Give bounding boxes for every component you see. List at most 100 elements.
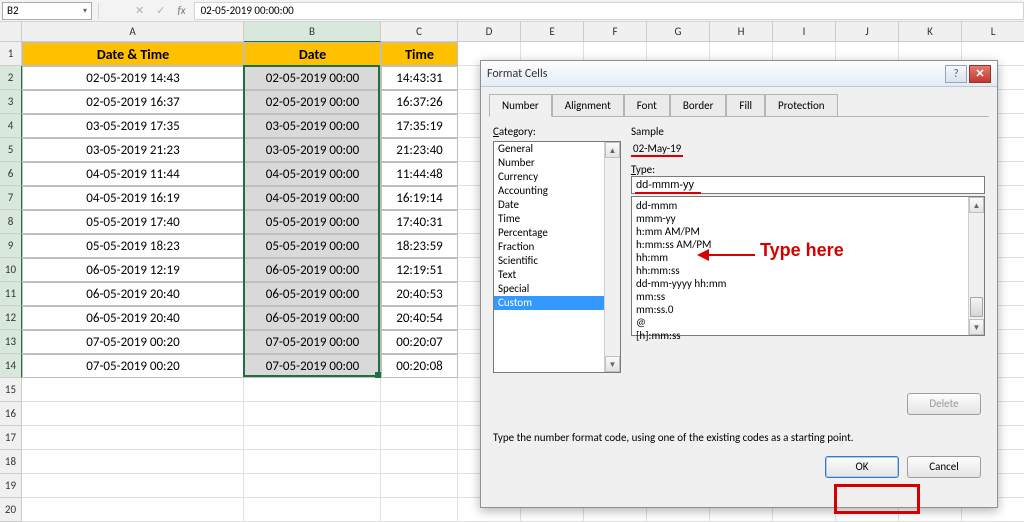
- cell[interactable]: 14:43:31: [381, 66, 458, 90]
- row-header[interactable]: 20: [0, 498, 22, 522]
- cell[interactable]: [381, 378, 458, 402]
- row-header[interactable]: 9: [0, 234, 22, 258]
- cell[interactable]: 07-05-2019 00:00: [244, 354, 381, 378]
- cell[interactable]: [22, 402, 244, 426]
- cell[interactable]: [22, 378, 244, 402]
- cell[interactable]: 06-05-2019 00:00: [244, 282, 381, 306]
- dialog-close-button[interactable]: ✕: [969, 65, 991, 83]
- cell[interactable]: 04-05-2019 00:00: [244, 162, 381, 186]
- type-option[interactable]: h:mm AM/PM: [636, 225, 966, 238]
- cancel-button[interactable]: Cancel: [907, 456, 981, 478]
- row-header[interactable]: 1: [0, 42, 22, 66]
- row-header[interactable]: 18: [0, 450, 22, 474]
- column-header[interactable]: D: [458, 22, 521, 42]
- cell[interactable]: 12:19:51: [381, 258, 458, 282]
- column-header[interactable]: I: [773, 22, 836, 42]
- row-header[interactable]: 6: [0, 162, 22, 186]
- column-header[interactable]: B: [244, 22, 381, 42]
- cell[interactable]: 20:40:54: [381, 306, 458, 330]
- cell[interactable]: 06-05-2019 00:00: [244, 258, 381, 282]
- delete-button[interactable]: Delete: [907, 393, 981, 415]
- cell[interactable]: 02-05-2019 14:43: [22, 66, 244, 90]
- row-header[interactable]: 5: [0, 138, 22, 162]
- cell[interactable]: 00:20:08: [381, 354, 458, 378]
- category-item[interactable]: Text: [494, 268, 620, 282]
- cell[interactable]: 07-05-2019 00:20: [22, 354, 244, 378]
- row-header[interactable]: 17: [0, 426, 22, 450]
- column-header[interactable]: F: [584, 22, 647, 42]
- cell[interactable]: [244, 426, 381, 450]
- tab-protection[interactable]: Protection: [765, 94, 838, 117]
- formula-bar[interactable]: 02-05-2019 00:00:00: [194, 2, 1024, 20]
- cell[interactable]: [244, 498, 381, 522]
- cell[interactable]: 02-05-2019 00:00: [244, 90, 381, 114]
- row-header[interactable]: 13: [0, 330, 22, 354]
- cell[interactable]: [22, 498, 244, 522]
- type-option[interactable]: dd-mmm: [636, 199, 966, 212]
- tab-fill[interactable]: Fill: [726, 94, 765, 117]
- fx-icon[interactable]: fx: [177, 4, 185, 17]
- cell[interactable]: 03-05-2019 17:35: [22, 114, 244, 138]
- category-item[interactable]: Custom: [494, 296, 620, 310]
- ok-button[interactable]: OK: [825, 456, 899, 478]
- category-item[interactable]: Time: [494, 212, 620, 226]
- tab-font[interactable]: Font: [624, 94, 670, 117]
- category-item[interactable]: Percentage: [494, 226, 620, 240]
- row-header[interactable]: 8: [0, 210, 22, 234]
- cell[interactable]: 06-05-2019 00:00: [244, 306, 381, 330]
- cell[interactable]: [381, 474, 458, 498]
- tab-number[interactable]: Number: [489, 94, 552, 117]
- cell[interactable]: Time: [381, 42, 458, 66]
- cell[interactable]: 04-05-2019 00:00: [244, 186, 381, 210]
- row-header[interactable]: 15: [0, 378, 22, 402]
- column-header[interactable]: E: [521, 22, 584, 42]
- type-listbox[interactable]: dd-mmmmmm-yyh:mm AM/PMh:mm:ss AM/PMhh:mm…: [631, 196, 985, 336]
- type-option[interactable]: @: [636, 316, 966, 329]
- cell[interactable]: 02-05-2019 00:00: [244, 66, 381, 90]
- cell[interactable]: 07-05-2019 00:20: [22, 330, 244, 354]
- cell[interactable]: 03-05-2019 00:00: [244, 114, 381, 138]
- type-option[interactable]: hh:mm:ss: [636, 264, 966, 277]
- cell[interactable]: 06-05-2019 12:19: [22, 258, 244, 282]
- row-header[interactable]: 3: [0, 90, 22, 114]
- column-header[interactable]: A: [22, 22, 244, 42]
- type-option[interactable]: dd-mm-yyyy hh:mm: [636, 277, 966, 290]
- cell[interactable]: 05-05-2019 18:23: [22, 234, 244, 258]
- name-box[interactable]: B2 ▾: [2, 2, 92, 20]
- scrollbar[interactable]: ▲ ▼: [604, 142, 620, 372]
- cell[interactable]: [244, 402, 381, 426]
- row-header[interactable]: 11: [0, 282, 22, 306]
- cell[interactable]: 00:20:07: [381, 330, 458, 354]
- category-item[interactable]: Currency: [494, 170, 620, 184]
- category-item[interactable]: Special: [494, 282, 620, 296]
- cell[interactable]: 04-05-2019 11:44: [22, 162, 244, 186]
- cell[interactable]: [22, 426, 244, 450]
- type-option[interactable]: mm:ss.0: [636, 303, 966, 316]
- category-item[interactable]: Accounting: [494, 184, 620, 198]
- tab-border[interactable]: Border: [670, 94, 727, 117]
- type-option[interactable]: hh:mm: [636, 251, 966, 264]
- dialog-titlebar[interactable]: Format Cells ? ✕: [481, 61, 997, 87]
- row-header[interactable]: 19: [0, 474, 22, 498]
- cell[interactable]: 20:40:53: [381, 282, 458, 306]
- cell[interactable]: [244, 450, 381, 474]
- cell[interactable]: 16:37:26: [381, 90, 458, 114]
- cell[interactable]: [244, 474, 381, 498]
- tab-alignment[interactable]: Alignment: [552, 94, 624, 117]
- dialog-help-button[interactable]: ?: [945, 65, 967, 83]
- row-header[interactable]: 16: [0, 402, 22, 426]
- category-item[interactable]: Scientific: [494, 254, 620, 268]
- cell[interactable]: 06-05-2019 20:40: [22, 306, 244, 330]
- row-header[interactable]: 2: [0, 66, 22, 90]
- scroll-thumb[interactable]: [970, 297, 983, 317]
- scroll-up-icon[interactable]: ▲: [605, 142, 620, 158]
- column-header[interactable]: L: [962, 22, 1024, 42]
- type-option[interactable]: [h]:mm:ss: [636, 329, 966, 342]
- cell[interactable]: [244, 378, 381, 402]
- cell[interactable]: [22, 474, 244, 498]
- cell[interactable]: [381, 450, 458, 474]
- category-item[interactable]: Fraction: [494, 240, 620, 254]
- cell[interactable]: [381, 426, 458, 450]
- cell[interactable]: 17:35:19: [381, 114, 458, 138]
- cell[interactable]: 17:40:31: [381, 210, 458, 234]
